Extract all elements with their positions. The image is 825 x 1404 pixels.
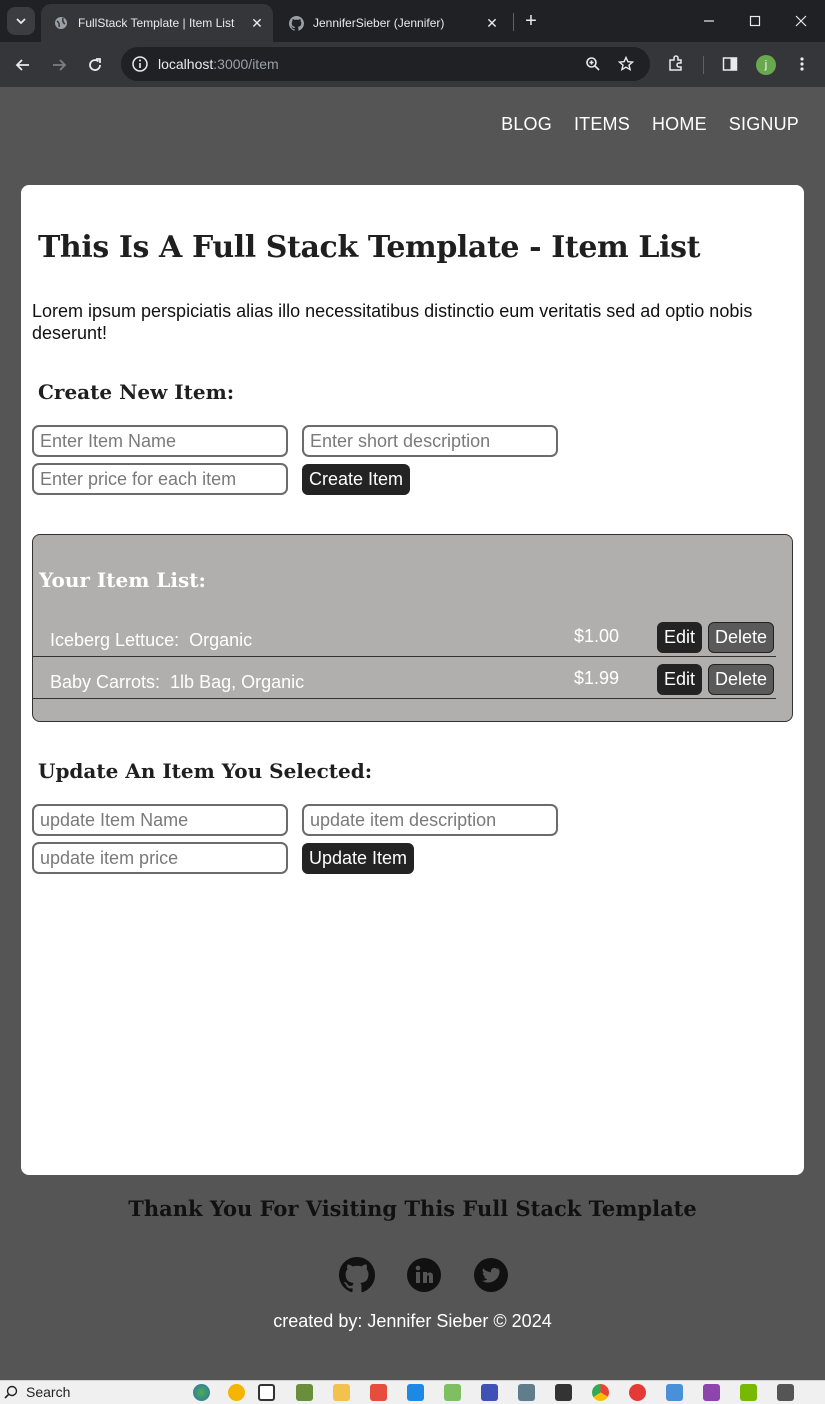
delete-item-button[interactable]: Delete (708, 622, 775, 653)
close-window-button[interactable] (787, 8, 815, 34)
zoom-icon[interactable] (584, 55, 602, 73)
browser-toolbar: localhost:3000/item j (0, 42, 825, 87)
tab-title: JenniferSieber (Jennifer) (313, 16, 445, 30)
item-price: $1.00 (574, 626, 620, 646)
vscode-icon[interactable] (407, 1384, 424, 1401)
main-content-card: This Is A Full Stack Template - Item Lis… (21, 185, 804, 1175)
delete-item-button[interactable]: Delete (708, 664, 775, 695)
reload-icon (89, 58, 101, 71)
item-row: Baby Carrots: 1lb Bag, Organic $1.99 Edi… (33, 656, 776, 699)
taskbar-search[interactable]: Search (4, 1384, 70, 1400)
linkedin-icon[interactable] (405, 1256, 442, 1293)
page-title: This Is A Full Stack Template - Item Lis… (38, 230, 701, 265)
extensions-icon[interactable] (666, 54, 686, 74)
app-icon[interactable] (518, 1384, 535, 1401)
nav-link-blog[interactable]: BLOG (501, 114, 552, 135)
chevron-down-icon (16, 18, 26, 25)
update-item-price-input[interactable] (32, 842, 288, 874)
item-price-input[interactable] (32, 463, 288, 495)
chrome-icon[interactable] (592, 1384, 609, 1401)
minimize-icon (704, 20, 714, 22)
windows-taskbar: Search (0, 1380, 825, 1404)
item-row: Iceberg Lettuce: Organic $1.00 Edit Dele… (33, 614, 776, 657)
app-icon[interactable] (777, 1384, 794, 1401)
url-host: localhost (158, 56, 214, 72)
site-info-icon[interactable] (131, 55, 149, 73)
item-list-heading: Your Item List: (39, 568, 206, 592)
forward-button[interactable] (47, 53, 71, 77)
task-view-icon[interactable] (258, 1384, 275, 1401)
visual-studio-icon[interactable] (703, 1384, 720, 1401)
close-tab-icon[interactable]: ✕ (247, 13, 267, 33)
item-name: Iceberg Lettuce: Organic (50, 630, 253, 650)
address-url: localhost:3000/item (158, 56, 279, 72)
taskbar-search-label: Search (26, 1384, 71, 1400)
github-icon (288, 15, 304, 31)
create-item-button[interactable]: Create Item (302, 464, 411, 495)
app-icon[interactable] (629, 1384, 646, 1401)
store-icon[interactable] (370, 1384, 387, 1401)
bookmark-star-icon[interactable] (617, 55, 635, 73)
site-nav: BLOG ITEMS HOME SIGNUP (501, 114, 799, 135)
nav-link-home[interactable]: HOME (652, 114, 707, 135)
tab-search-button[interactable] (7, 7, 35, 35)
side-panel-icon[interactable] (720, 54, 740, 74)
globe-icon (53, 15, 69, 31)
update-item-name-input[interactable] (32, 804, 288, 836)
item-description-input[interactable] (302, 425, 558, 457)
url-path: :3000/item (213, 56, 279, 72)
back-button[interactable] (11, 53, 35, 77)
address-bar[interactable]: localhost:3000/item (121, 47, 650, 81)
update-item-heading: Update An Item You Selected: (38, 759, 373, 783)
weather-widget-icon[interactable] (193, 1384, 210, 1401)
nvidia-icon[interactable] (740, 1384, 757, 1401)
page-intro: Lorem ipsum perspiciatis alias illo nece… (32, 301, 753, 343)
github-icon[interactable] (338, 1256, 375, 1293)
tab-title: FullStack Template | Item List (78, 16, 235, 30)
edit-item-button[interactable]: Edit (657, 622, 703, 653)
update-item-description-input[interactable] (302, 804, 558, 836)
toolbar-divider (703, 56, 704, 74)
item-name-input[interactable] (32, 425, 288, 457)
footer-title: Thank You For Visiting This Full Stack T… (128, 1196, 697, 1221)
notepad-icon[interactable] (444, 1384, 461, 1401)
maximize-icon (749, 15, 761, 27)
profile-avatar[interactable]: j (756, 55, 776, 75)
app-icon[interactable] (481, 1384, 498, 1401)
maximize-window-button[interactable] (741, 8, 769, 34)
arrow-left-icon (15, 59, 29, 71)
widget-icon[interactable] (228, 1384, 245, 1401)
more-menu-icon[interactable] (792, 54, 812, 74)
item-price: $1.99 (574, 668, 620, 688)
close-tab-icon[interactable]: ✕ (482, 13, 502, 33)
minimize-window-button[interactable] (695, 8, 723, 34)
twitter-icon[interactable] (472, 1256, 509, 1293)
app-icon[interactable] (296, 1384, 313, 1401)
tab-fullstack-template[interactable]: FullStack Template | Item List ✕ (41, 4, 273, 42)
tab-github-profile[interactable]: JenniferSieber (Jennifer) ✕ (276, 4, 508, 42)
browser-tabstrip: FullStack Template | Item List ✕ Jennife… (0, 0, 825, 42)
terminal-icon[interactable] (555, 1384, 572, 1401)
reload-button[interactable] (83, 53, 107, 77)
search-icon (4, 1385, 18, 1399)
nav-link-signup[interactable]: SIGNUP (729, 114, 799, 135)
edit-item-button[interactable]: Edit (657, 664, 703, 695)
update-item-button[interactable]: Update Item (302, 843, 415, 874)
item-name: Baby Carrots: 1lb Bag, Organic (50, 672, 305, 692)
file-explorer-icon[interactable] (333, 1384, 350, 1401)
mail-icon[interactable] (666, 1384, 683, 1401)
nav-link-items[interactable]: ITEMS (574, 114, 630, 135)
create-item-heading: Create New Item: (38, 380, 235, 404)
item-list-panel: Your Item List: Iceberg Lettuce: Organic… (32, 534, 793, 722)
arrow-right-icon (53, 59, 67, 71)
tab-divider (513, 13, 514, 31)
close-icon (795, 15, 807, 27)
new-tab-button[interactable]: + (521, 10, 541, 32)
footer-credit: created by: Jennifer Sieber © 2024 (273, 1311, 552, 1331)
